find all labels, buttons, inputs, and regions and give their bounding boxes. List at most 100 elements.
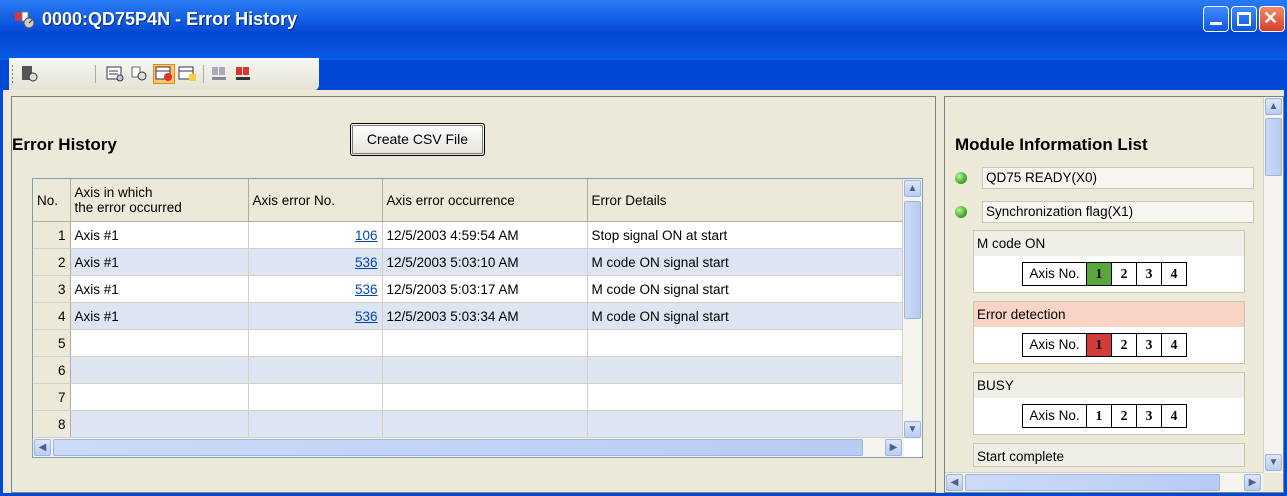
- scroll-right-button[interactable]: ▶: [885, 439, 902, 456]
- scroll-up-button[interactable]: ▲: [1265, 98, 1282, 115]
- error-code-link[interactable]: 106: [355, 228, 378, 243]
- col-header-occurrence[interactable]: Axis error occurrence: [382, 179, 588, 222]
- grid-horizontal-scrollbar[interactable]: ◀ ▶: [33, 437, 904, 457]
- scroll-down-button[interactable]: ▼: [1265, 454, 1282, 471]
- row-number-cell: 5: [33, 329, 71, 357]
- error-history-icon: [155, 66, 172, 81]
- details-cell: M code ON signal start: [587, 275, 904, 303]
- error-code-cell[interactable]: 536: [248, 302, 383, 330]
- row-number-cell: 2: [33, 248, 71, 276]
- status-led-icon: [955, 172, 967, 184]
- signal-info-icon[interactable]: [233, 64, 255, 84]
- axis-cell: Axis #1: [70, 302, 249, 330]
- table-row[interactable]: 2 Axis #1 536 12/5/2003 5:03:10 AM M code ON…: [33, 248, 904, 276]
- row-number-cell: 1: [33, 221, 71, 249]
- axis-no-label: Axis No.: [1023, 334, 1087, 356]
- table-row[interactable]: 1 Axis #1 106 12/5/2003 4:59:54 AM Stop sign…: [33, 221, 904, 249]
- table-row[interactable]: 8: [33, 410, 904, 438]
- scroll-thumb[interactable]: [1265, 118, 1282, 176]
- start-complete-block: Start complete: [973, 443, 1245, 467]
- hscroll-thumb[interactable]: [965, 474, 1220, 491]
- table-row[interactable]: 6: [33, 356, 904, 384]
- signal-label: Synchronization flag(X1): [982, 201, 1254, 223]
- axis-cell: [70, 410, 249, 438]
- module-info-icon[interactable]: [209, 64, 231, 84]
- axis-4-indicator: 4: [1170, 266, 1178, 281]
- row-number-cell: 8: [33, 410, 71, 438]
- axis-2-indicator: 2: [1112, 405, 1137, 427]
- col-header-details[interactable]: Error Details: [587, 179, 904, 222]
- axis-cell: Axis #1: [70, 275, 249, 303]
- axis-2-indicator: 2: [1112, 334, 1137, 356]
- error-code-cell: [248, 329, 383, 357]
- title-bar[interactable]: 0000:QD75P4N - Error History ✕: [0, 0, 1287, 60]
- m-code-block: M code ON Axis No. 1 2 3 4: [973, 230, 1245, 293]
- scroll-down-button[interactable]: ▼: [904, 421, 921, 438]
- axis-cell: [70, 383, 249, 411]
- error-code-link[interactable]: 536: [355, 255, 378, 270]
- toolbar-separator: [203, 65, 204, 83]
- table-row[interactable]: 4 Axis #1 536 12/5/2003 5:03:34 AM M code ON…: [33, 302, 904, 330]
- error-table: No. Axis in which the error occurred Axi…: [33, 179, 904, 438]
- search-tool-icon[interactable]: [129, 64, 151, 84]
- occurrence-cell: 12/5/2003 4:59:54 AM: [382, 221, 588, 249]
- error-list-icon[interactable]: [105, 64, 127, 84]
- error-code-link[interactable]: 536: [355, 309, 378, 324]
- occurrence-cell: [382, 356, 588, 384]
- close-button[interactable]: ✕: [1259, 6, 1285, 32]
- block-label: Start complete: [974, 444, 1244, 466]
- error-code-cell[interactable]: 536: [248, 275, 383, 303]
- details-cell: [587, 410, 904, 438]
- warning-history-icon[interactable]: [177, 64, 199, 84]
- details-cell: [587, 356, 904, 384]
- client-area: Error History Create CSV File No. Axis i…: [3, 90, 1284, 493]
- scroll-left-button[interactable]: ◀: [34, 439, 51, 456]
- error-code-cell: [248, 356, 383, 384]
- occurrence-cell: [382, 329, 588, 357]
- monitor-tool-icon[interactable]: [19, 64, 41, 84]
- toolbar-grip[interactable]: [12, 65, 13, 83]
- hscroll-thumb[interactable]: [53, 439, 863, 456]
- module-info-pane: Module Information List QD75 READY(X0) S…: [944, 96, 1284, 493]
- minimize-button[interactable]: [1203, 6, 1229, 32]
- create-csv-button[interactable]: Create CSV File: [350, 123, 485, 156]
- table-row[interactable]: 7: [33, 383, 904, 411]
- axis-1-indicator: 1: [1087, 263, 1112, 285]
- table-row[interactable]: 3 Axis #1 536 12/5/2003 5:03:17 AM M code ON…: [33, 275, 904, 303]
- col-header-error-no[interactable]: Axis error No.: [248, 179, 383, 222]
- grid-vertical-scrollbar[interactable]: ▲ ▼: [902, 179, 922, 439]
- details-cell: M code ON signal start: [587, 302, 904, 330]
- details-cell: Stop signal ON at start: [587, 221, 904, 249]
- scroll-thumb[interactable]: [904, 201, 921, 319]
- toolbar: [9, 58, 319, 91]
- axis-1-indicator: 1: [1087, 334, 1112, 356]
- col-header-axis[interactable]: Axis in which the error occurred: [70, 179, 249, 222]
- error-history-tool[interactable]: [153, 64, 175, 84]
- scroll-left-button[interactable]: ◀: [946, 474, 963, 491]
- block-label: Error detection: [974, 302, 1244, 327]
- axis-3-indicator: 3: [1137, 334, 1162, 356]
- table-row[interactable]: 5: [33, 329, 904, 357]
- col-header-no[interactable]: No.: [33, 179, 71, 222]
- scroll-up-button[interactable]: ▲: [904, 180, 921, 197]
- error-history-grid[interactable]: No. Axis in which the error occurred Axi…: [32, 178, 923, 458]
- signal-label: QD75 READY(X0): [982, 167, 1254, 189]
- error-code-cell[interactable]: 536: [248, 248, 383, 276]
- pane-splitter[interactable]: [936, 96, 944, 493]
- module-horizontal-scrollbar[interactable]: ◀ ▶: [945, 472, 1263, 492]
- scroll-right-button[interactable]: ▶: [1244, 474, 1261, 491]
- axis-no-label: Axis No.: [1023, 263, 1087, 285]
- axis-4-indicator: 4: [1170, 337, 1178, 352]
- error-code-link[interactable]: 536: [355, 282, 378, 297]
- row-number-cell: 3: [33, 275, 71, 303]
- error-history-title: Error History: [12, 135, 117, 154]
- error-code-cell[interactable]: 106: [248, 221, 383, 249]
- details-cell: [587, 383, 904, 411]
- maximize-button[interactable]: [1231, 6, 1257, 32]
- error-code-cell: [248, 410, 383, 438]
- module-vertical-scrollbar[interactable]: ▲ ▼: [1263, 97, 1283, 473]
- axis-1-indicator: 1: [1087, 405, 1112, 427]
- maximize-icon: [1237, 12, 1251, 26]
- block-label: M code ON: [974, 231, 1244, 256]
- minimize-icon: [1210, 22, 1222, 25]
